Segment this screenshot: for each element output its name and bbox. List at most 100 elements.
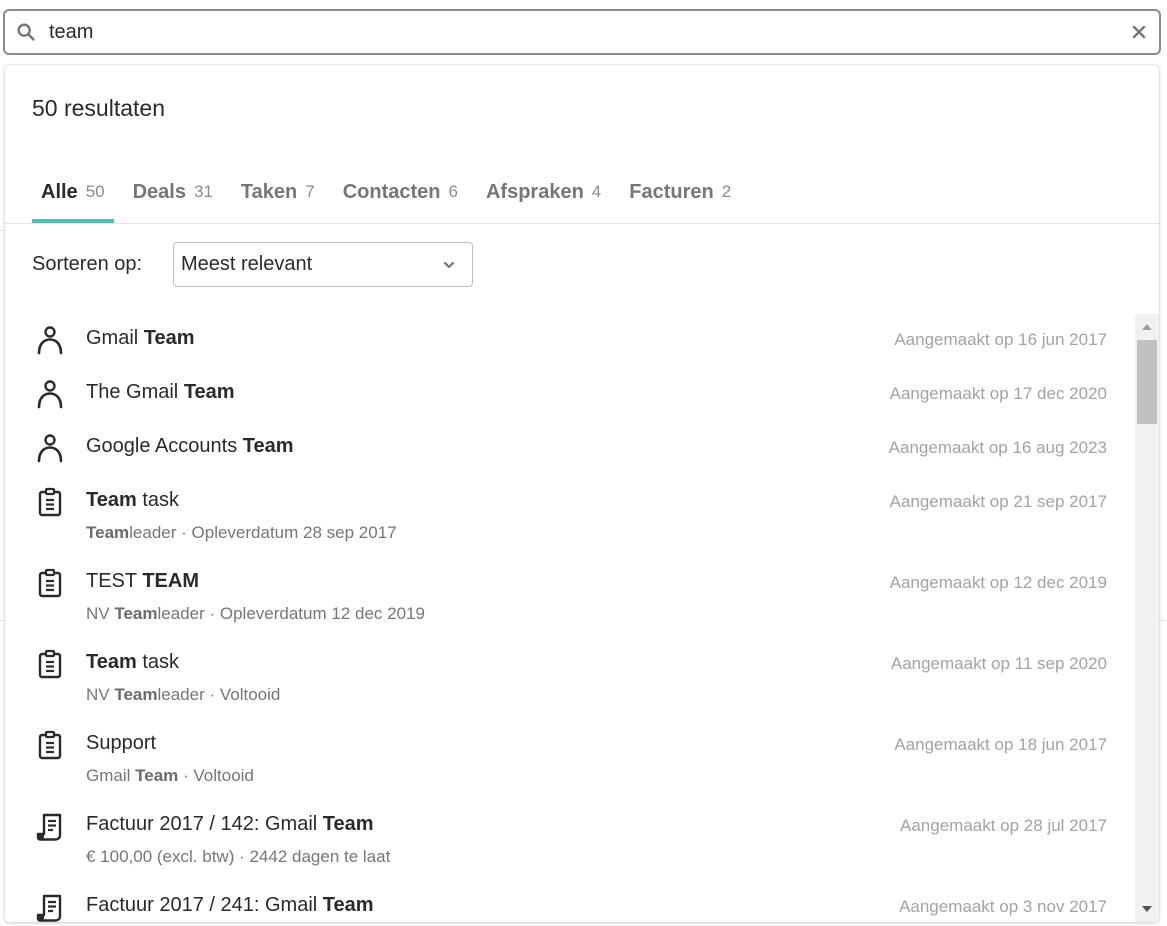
highlight-match: Team — [322, 894, 374, 916]
tab-count: 50 — [85, 182, 105, 201]
search-icon — [17, 23, 35, 41]
result-type-tabs: Alle 50 Deals 31 Taken 7 Contacten 6 Afspraken 4 F… — [32, 161, 750, 223]
highlight-match: Team — [86, 651, 137, 673]
highlight-match: Team — [322, 813, 374, 835]
highlight-match: Team — [143, 327, 195, 349]
result-title: Gmail Team — [86, 327, 195, 350]
text-part: Gmail — [86, 766, 136, 785]
text-part: task — [136, 651, 180, 673]
sort-select[interactable]: Meest relevant — [173, 242, 473, 287]
tab-label: Facturen — [629, 180, 714, 203]
text-part: Support — [86, 732, 157, 754]
tab-facturen[interactable]: Facturen 2 — [620, 161, 740, 223]
result-created-date: Aangemaakt op 12 dec 2019 — [889, 573, 1107, 592]
highlight-match: Team — [114, 604, 158, 623]
result-subtitle: NV Teamleader · Opleverdatum 12 dec 2019 — [86, 604, 425, 624]
highlight-match: Team — [114, 685, 158, 704]
result-row[interactable]: Factuur 2017 / 142: Gmail Team € 100,00 (… — [5, 800, 1135, 881]
text-part: task — [136, 489, 180, 511]
result-count: 50 resultaten — [32, 95, 165, 121]
result-title: The Gmail Team — [86, 381, 235, 404]
invoice-icon — [35, 810, 65, 842]
result-title: Team task — [86, 651, 179, 674]
text-part: · Voltooid — [178, 766, 254, 785]
result-row[interactable]: Google Accounts Team Aangemaakt op 16 aug… — [5, 422, 1135, 476]
result-row[interactable]: Factuur 2017 / 241: Gmail Team Aangemaakt… — [5, 881, 1135, 922]
text-part: leader · Voltooid — [157, 685, 281, 704]
clipboard-icon — [35, 567, 65, 599]
person-icon — [35, 432, 65, 464]
tab-count: 6 — [448, 182, 458, 201]
result-row[interactable]: Support Gmail Team · Voltooid Aangemaakt o… — [5, 719, 1135, 800]
tab-taken[interactable]: Taken 7 — [232, 161, 324, 223]
result-title: Factuur 2017 / 241: Gmail Team — [86, 894, 374, 917]
result-created-date: Aangemaakt op 28 jul 2017 — [900, 816, 1107, 835]
highlight-match: Team — [135, 766, 179, 785]
result-row[interactable]: TEST TEAM NV Teamleader · Opleverdatum 12… — [5, 557, 1135, 638]
tab-afspraken[interactable]: Afspraken 4 — [477, 161, 610, 223]
result-subtitle: NV Teamleader · Voltooid — [86, 685, 280, 705]
result-created-date: Aangemaakt op 16 aug 2023 — [888, 438, 1107, 457]
search-bar — [3, 9, 1161, 55]
result-created-date: Aangemaakt op 16 jun 2017 — [894, 330, 1107, 349]
highlight-match: Team — [183, 381, 235, 403]
tab-label: Deals — [132, 180, 186, 203]
scroll-up-icon[interactable] — [1141, 322, 1153, 332]
results-scrollbar[interactable] — [1135, 314, 1159, 922]
text-part: Google Accounts — [86, 435, 243, 457]
result-title: Factuur 2017 / 142: Gmail Team — [86, 813, 374, 836]
highlight-match: Team — [242, 435, 294, 457]
tab-alle[interactable]: Alle 50 — [32, 161, 114, 223]
text-part: Gmail — [86, 327, 144, 349]
tab-label: Alle — [41, 180, 78, 203]
sort-selected-value: Meest relevant — [181, 253, 313, 275]
result-row[interactable]: Gmail Team Aangemaakt op 16 jun 2017 — [5, 314, 1135, 368]
result-row[interactable]: Team task Teamleader · Opleverdatum 28 se… — [5, 476, 1135, 557]
result-created-date: Aangemaakt op 3 nov 2017 — [899, 897, 1107, 916]
result-title: Support — [86, 732, 156, 755]
background-divider — [1159, 620, 1167, 621]
person-icon — [35, 324, 65, 356]
tab-contacten[interactable]: Contacten 6 — [334, 161, 467, 223]
text-part: The Gmail — [86, 381, 184, 403]
result-row[interactable]: Team task NV Teamleader · Voltooid Aangema… — [5, 638, 1135, 719]
tab-count: 4 — [591, 182, 602, 201]
tab-count: 2 — [721, 182, 732, 201]
result-subtitle: Teamleader · Opleverdatum 28 sep 2017 — [86, 523, 397, 543]
result-title: Google Accounts Team — [86, 435, 294, 458]
highlight-match: Team — [86, 523, 130, 542]
highlight-match: Team — [86, 489, 137, 511]
tab-count: 31 — [193, 182, 213, 201]
text-part: TEST — [86, 570, 143, 592]
result-created-date: Aangemaakt op 17 dec 2020 — [889, 384, 1107, 403]
text-part: Factuur 2017 / 142: Gmail — [86, 813, 323, 835]
result-subtitle: € 100,00 (excl. btw) · 2442 dagen te laa… — [86, 847, 390, 867]
result-row[interactable]: The Gmail Team Aangemaakt op 17 dec 2020 — [5, 368, 1135, 422]
tab-label: Afspraken — [485, 180, 584, 203]
text-part: leader · Opleverdatum 28 sep 2017 — [129, 523, 397, 542]
search-input[interactable] — [49, 20, 1131, 44]
text-part: NV — [86, 685, 115, 704]
result-title: TEST TEAM — [86, 570, 199, 593]
clipboard-icon — [35, 648, 65, 680]
scroll-thumb[interactable] — [1137, 340, 1157, 424]
sort-label: Sorteren op: — [32, 253, 143, 275]
tab-count: 7 — [305, 182, 315, 201]
scroll-down-icon[interactable] — [1141, 904, 1153, 914]
clipboard-icon — [35, 486, 65, 518]
chevron-down-icon — [443, 261, 455, 268]
tab-deals[interactable]: Deals 31 — [124, 161, 222, 223]
text-part: NV — [86, 604, 115, 623]
text-part: leader · Opleverdatum 12 dec 2019 — [157, 604, 425, 623]
person-icon — [35, 378, 65, 410]
results-list: Gmail Team Aangemaakt op 16 jun 2017 The G… — [5, 314, 1135, 922]
invoice-icon — [35, 891, 65, 922]
clipboard-icon — [35, 729, 65, 761]
search-results-dropdown: 50 resultaten Alle 50 Deals 31 Taken 7 Contact… — [5, 65, 1159, 922]
highlight-match: TEAM — [142, 570, 199, 592]
result-created-date: Aangemaakt op 21 sep 2017 — [889, 492, 1107, 511]
result-created-date: Aangemaakt op 11 sep 2020 — [890, 654, 1107, 673]
clear-search-icon[interactable] — [1131, 24, 1147, 40]
text-part: € 100,00 (excl. btw) · 2442 dagen te laa… — [86, 847, 391, 866]
tab-label: Contacten — [342, 180, 441, 203]
